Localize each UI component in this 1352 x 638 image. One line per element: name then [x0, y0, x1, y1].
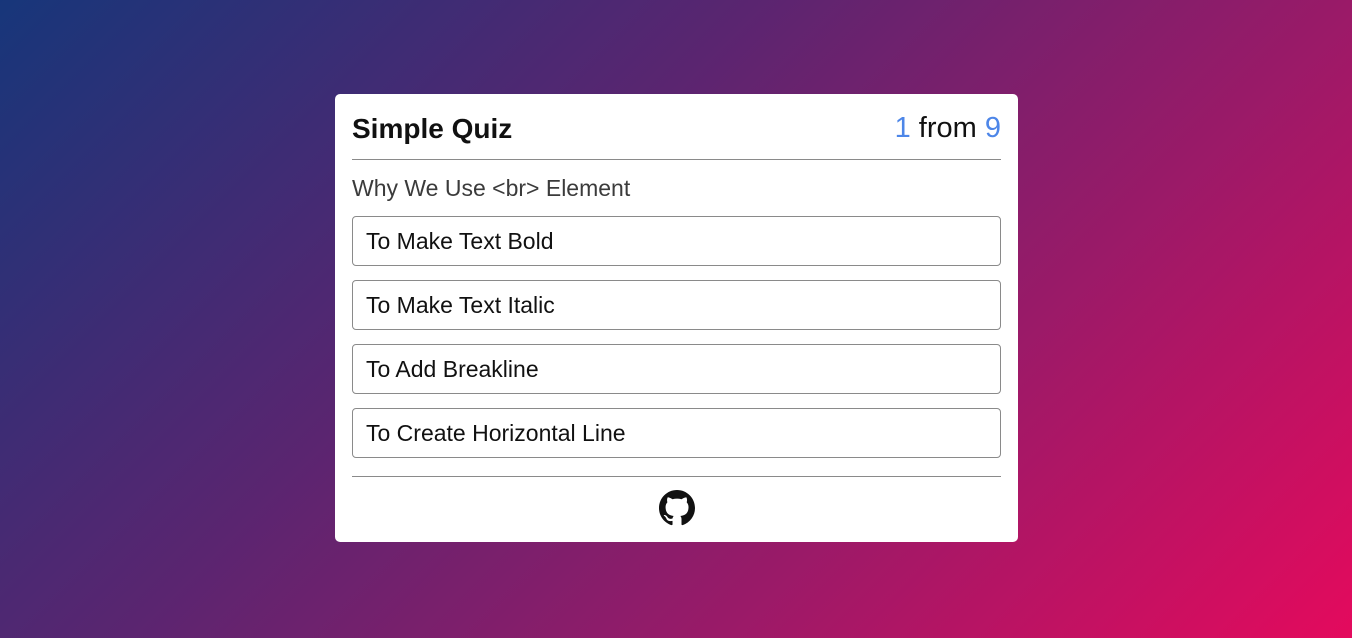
- answer-option-1[interactable]: To Make Text Bold: [352, 216, 1001, 266]
- answer-option-3[interactable]: To Add Breakline: [352, 344, 1001, 394]
- total-questions-number: 9: [984, 112, 1001, 144]
- quiz-header: Simple Quiz 1 from 9: [352, 94, 1001, 160]
- question-counter: 1 from 9: [895, 112, 1001, 145]
- quiz-title: Simple Quiz: [352, 112, 513, 144]
- answer-option-4[interactable]: To Create Horizontal Line: [352, 408, 1001, 458]
- github-icon[interactable]: [658, 490, 695, 526]
- question-text: Why We Use <br> Element: [352, 175, 631, 201]
- quiz-card: Simple Quiz 1 from 9 Why We Use <br> Ele…: [335, 94, 1018, 542]
- quiz-footer: [352, 476, 1001, 543]
- answer-options: To Make Text Bold To Make Text Italic To…: [352, 216, 1001, 458]
- counter-from-label: from: [918, 112, 977, 144]
- current-question-number: 1: [894, 112, 911, 144]
- answer-option-2[interactable]: To Make Text Italic: [352, 280, 1001, 330]
